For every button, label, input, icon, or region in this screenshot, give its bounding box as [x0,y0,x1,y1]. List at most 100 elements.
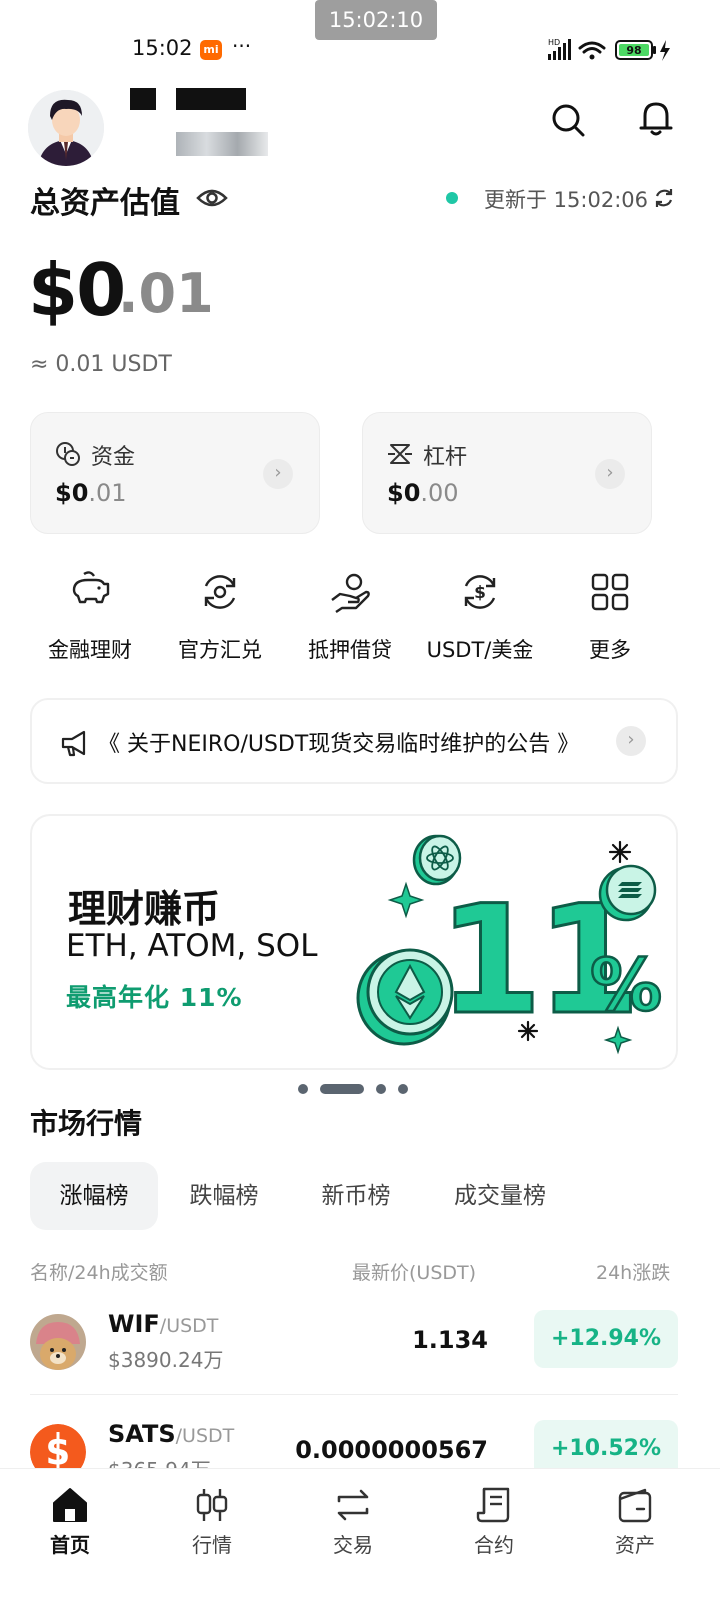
recording-time-pill: 15:02:10 [315,0,437,40]
promo-banner[interactable]: 理财赚币 ETH, ATOM, SOL 最高年化 11% 11 % [30,814,678,1070]
banner-subtitle: ETH, ATOM, SOL [66,928,318,964]
megaphone-icon [61,730,86,757]
pair-price: 1.134 [412,1326,488,1354]
avatar[interactable] [28,90,104,166]
eye-icon[interactable] [196,184,228,212]
nav-label: 合约 [474,1533,514,1557]
leverage-icon [388,444,412,464]
carousel-dot [376,1084,386,1094]
nav-assets[interactable]: 资产 [585,1485,685,1558]
column-header-change: 24h涨跌 [596,1262,671,1284]
banner-percent: % [590,943,662,1027]
wallet-icon [618,1488,652,1523]
banner-tag: 最高年化 11% [66,983,243,1012]
nav-futures[interactable]: 合约 [444,1485,544,1558]
more-notifications-icon: ··· [232,34,252,58]
pair-symbol: WIF/USDT [108,1310,219,1338]
svg-text:HD: HD [548,38,560,47]
carousel-dot [298,1084,308,1094]
carousel-dot [398,1084,408,1094]
banner-illustration: 11 % [356,834,663,1055]
grid-icon [591,573,629,611]
table-row[interactable]: WIF/USDT $3890.24万 1.134 +12.94% [30,1296,678,1402]
column-header-price: 最新价(USDT) [352,1262,477,1284]
total-assets-title: 总资产估值 [30,186,180,221]
chevron-right-icon: › [616,726,646,756]
coins-icon [56,442,80,466]
live-status-dot [446,192,458,204]
nav-label: 首页 [50,1533,90,1557]
user-id-redacted [176,132,268,156]
contract-icon [476,1487,510,1523]
banner-title: 理财赚币 [68,887,221,931]
username-redacted [130,88,156,110]
user-avatar-icon [28,90,104,166]
home-icon [53,1488,87,1522]
updated-time: 更新于 15:02:06 [484,188,648,212]
quick-action-label: 金融理财 [48,638,132,662]
quick-action-label: 抵押借贷 [308,638,392,662]
funding-value: $0.01 [55,479,127,507]
pair-volume: $3890.24万 [108,1348,224,1372]
funding-account-card[interactable]: 资金 $0.01 › [30,412,320,534]
signal-icon: HD [548,38,571,60]
swap-icon [337,1489,369,1521]
total-balance-usdt: ≈ 0.01 USDT [30,352,172,377]
bell-icon[interactable] [636,98,676,138]
sol-coin-icon [598,864,657,922]
pair-symbol: SATS/USDT [108,1420,235,1448]
tab-losers[interactable]: 跌幅榜 [166,1162,282,1230]
atom-coin-icon [412,834,462,886]
wifi-icon [578,41,606,60]
nav-label: 资产 [615,1533,655,1557]
market-section-title: 市场行情 [30,1107,143,1140]
quick-action-more[interactable]: 更多 [545,568,675,664]
column-header-name: 名称/24h成交额 [30,1262,168,1284]
margin-value: $0.00 [387,479,459,507]
pair-change-badge: +12.94% [534,1310,678,1368]
sparkle-icon [387,881,425,919]
announcement-bar[interactable]: 《 关于NEIRO/USDT现货交易临时维护的公告 》 › [30,698,678,784]
username-redacted [176,88,246,110]
exchange-icon [204,575,236,609]
bottom-navigation: 首页 行情 交易 合约 资产 [0,1468,720,1600]
carousel-dot-active [320,1084,364,1094]
quick-action-loan[interactable]: 抵押借贷 [285,568,415,664]
nav-trade[interactable]: 交易 [303,1485,403,1558]
mi-app-icon: mi [200,40,222,60]
tab-gainers[interactable]: 涨幅榜 [30,1162,158,1230]
carousel-indicator [298,1084,418,1096]
margin-account-card[interactable]: 杠杆 $0.00 › [362,412,652,534]
chevron-right-icon: › [595,459,625,489]
nav-home[interactable]: 首页 [20,1485,120,1558]
svg-text:$: $ [474,583,486,603]
margin-label: 杠杆 [423,445,468,470]
refresh-icon[interactable] [652,186,676,210]
quick-action-label: 官方汇兑 [178,638,262,662]
battery-level: 98 [626,44,641,57]
total-balance-integer: $0 [28,248,126,332]
nav-label: 行情 [192,1533,232,1557]
quick-action-label: 更多 [589,638,631,662]
quick-action-finance[interactable]: 金融理财 [25,568,155,664]
total-balance-decimal: .01 [118,262,214,325]
pair-price: 0.0000000567 [295,1436,488,1464]
quick-action-usdt-usd[interactable]: $ USDT/美金 [415,568,545,664]
search-icon[interactable] [548,100,588,140]
funding-label: 资金 [91,445,136,470]
asterisk-icon [517,1020,539,1042]
charging-icon [660,40,670,61]
chevron-right-icon: › [263,459,293,489]
battery-icon: 98 [615,40,656,60]
piggy-bank-icon [72,571,110,604]
status-time: 15:02 [132,36,193,60]
nav-label: 交易 [333,1533,373,1557]
candlestick-icon [196,1489,228,1521]
status-icons: HD 98 [548,38,670,61]
quick-action-label: USDT/美金 [426,638,534,662]
nav-markets[interactable]: 行情 [162,1485,262,1558]
tab-volume[interactable]: 成交量榜 [430,1162,570,1230]
announcement-text: 《 关于NEIRO/USDT现货交易临时维护的公告 》 [98,732,580,757]
tab-new-listings[interactable]: 新币榜 [298,1162,414,1230]
quick-action-exchange[interactable]: 官方汇兑 [155,568,285,664]
